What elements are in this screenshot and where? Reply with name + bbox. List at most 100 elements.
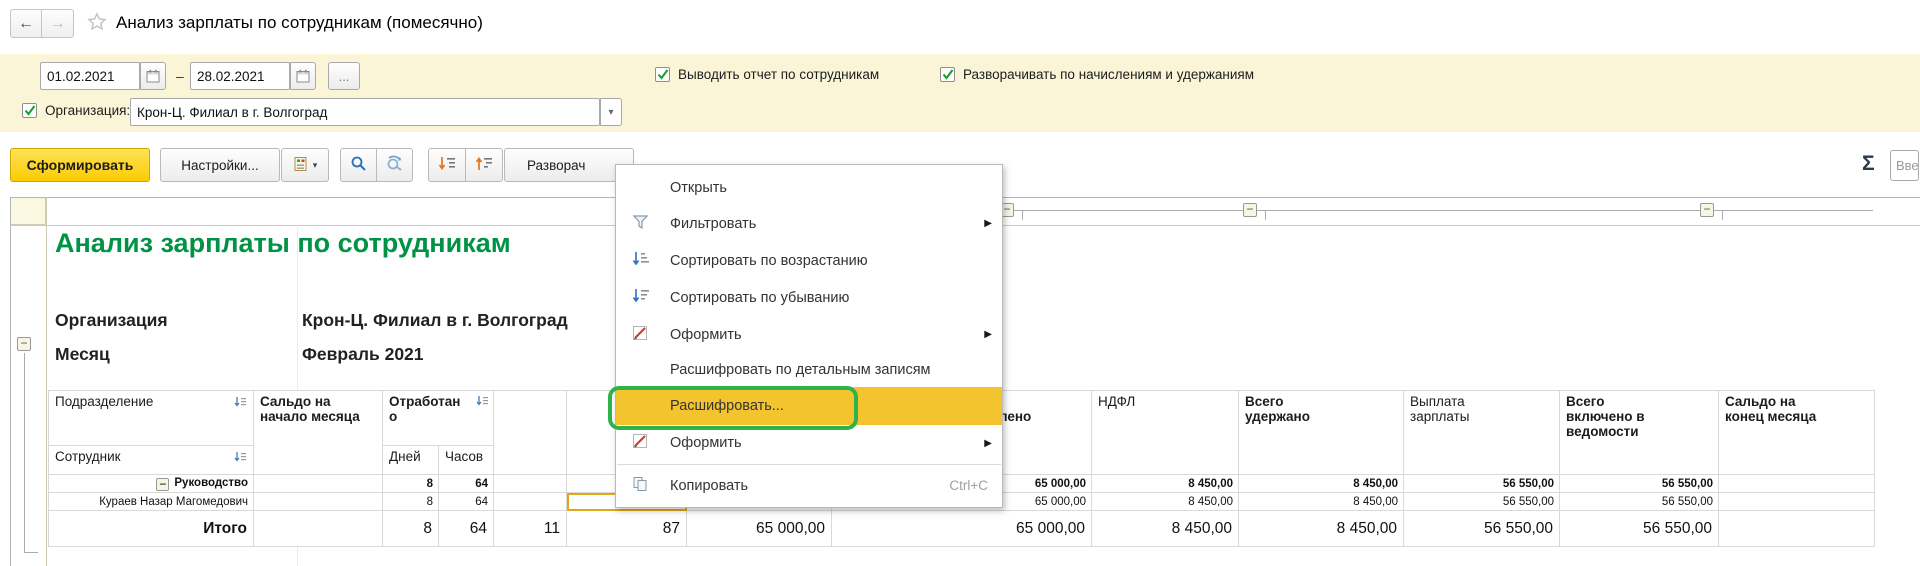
window-title: Анализ зарплаты по сотрудникам (помесячн… (116, 13, 483, 33)
column-header-hours[interactable]: Часов (439, 446, 494, 475)
row-group-collapse-button[interactable]: − (17, 337, 31, 351)
app-window: ← → Анализ зарплаты по сотрудникам (поме… (0, 0, 1920, 566)
cell[interactable] (1719, 475, 1875, 493)
calendar-icon[interactable] (290, 62, 316, 90)
dept-name-cell[interactable]: −Руководство (49, 475, 254, 493)
collapse-levels-button[interactable] (465, 148, 503, 182)
cell[interactable]: 56 550,00 (1404, 511, 1560, 547)
column-header-included-total[interactable]: Всего включено в ведомости (1560, 391, 1719, 475)
column-header-saldo-start[interactable]: Сальдо на начало месяца (254, 391, 383, 475)
organization-input[interactable]: Крон-Ц. Филиал в г. Волгоград (130, 98, 600, 126)
row-group-line (24, 353, 25, 552)
table-row-total[interactable]: Итого 8 64 11 87 65 000,00 65 000,00 8 4… (49, 511, 1875, 547)
cell[interactable] (1719, 493, 1875, 511)
sort-ascending-icon (632, 251, 650, 271)
forward-arrow-icon: → (50, 15, 66, 33)
menu-item-format[interactable]: Оформить ▶ (616, 316, 1002, 353)
cell[interactable]: 56 550,00 (1560, 475, 1719, 493)
find-next-button[interactable] (376, 148, 413, 182)
column-header-included-label: Всего включено в ведомости (1566, 394, 1658, 439)
cell[interactable]: 8 450,00 (1092, 511, 1239, 547)
checkbox-organization[interactable]: Организация: (22, 103, 130, 118)
cell[interactable]: 56 550,00 (1404, 475, 1560, 493)
cell[interactable]: 56 550,00 (1560, 493, 1719, 511)
format-brush-icon (632, 433, 650, 453)
filter-panel: 01.02.2021 – 28.02.2021 ... Выводить отч… (0, 54, 1920, 132)
cell[interactable]: 8 (383, 475, 439, 493)
date-from-input[interactable]: 01.02.2021 (40, 62, 140, 90)
favorite-star-icon[interactable] (86, 11, 108, 38)
click-highlight-annotation (608, 386, 858, 430)
menu-item-format-2[interactable]: Оформить ▶ (616, 425, 1002, 461)
cell[interactable]: 56 550,00 (1560, 511, 1719, 547)
cell[interactable] (494, 493, 567, 511)
quick-sum-input[interactable]: Вве (1890, 150, 1919, 181)
cell[interactable] (254, 493, 383, 511)
column-header-worked[interactable]: Отработано (383, 391, 494, 446)
menu-item-filter[interactable]: Фильтровать ▶ (616, 205, 1002, 242)
search-refresh-icon (385, 154, 405, 177)
sort-icon[interactable] (234, 451, 247, 466)
column-header-ndfl[interactable]: НДФЛ (1092, 391, 1239, 475)
cell[interactable]: 8 450,00 (1092, 493, 1239, 511)
column-header-employee[interactable]: Сотрудник (49, 446, 254, 475)
checkbox-expand-accruals[interactable]: Разворачивать по начислениям и удержания… (940, 67, 1254, 82)
expand-levels-button[interactable] (428, 148, 466, 182)
column-header-days[interactable]: Дней (383, 446, 439, 475)
cell[interactable]: 64 (439, 493, 494, 511)
cell[interactable]: 56 550,00 (1404, 493, 1560, 511)
column-header-hidden[interactable] (494, 391, 567, 475)
column-group-collapse-button[interactable]: − (1700, 203, 1714, 217)
cell[interactable]: 11 (494, 511, 567, 547)
column-header-days-label: Дней (389, 449, 421, 464)
employee-name[interactable]: Кураев Назар Магомедович (49, 493, 254, 511)
cell[interactable]: 8 450,00 (1239, 511, 1404, 547)
quick-sum-placeholder: Вве (1896, 158, 1919, 173)
cell[interactable] (254, 511, 383, 547)
column-group-line (995, 210, 1873, 211)
sort-icon[interactable] (234, 396, 247, 411)
period-more-button[interactable]: ... (328, 62, 360, 90)
spreadsheet-left-border (10, 197, 11, 566)
menu-item-sort-descending[interactable]: Сортировать по убыванию (616, 279, 1002, 316)
back-button[interactable]: ← (10, 9, 42, 38)
forward-button[interactable]: → (42, 9, 74, 38)
checkbox-report-by-employees[interactable]: Выводить отчет по сотрудникам (655, 67, 879, 82)
menu-item-copy[interactable]: Копировать Ctrl+C (616, 468, 1002, 503)
total-label[interactable]: Итого (49, 511, 254, 547)
cell[interactable] (1719, 511, 1875, 547)
calendar-icon[interactable] (140, 62, 166, 90)
report-variants-button[interactable]: ▾ (281, 148, 329, 182)
cell[interactable] (254, 475, 383, 493)
cell[interactable]: 64 (439, 475, 494, 493)
organization-dropdown-button[interactable]: ▾ (600, 98, 622, 126)
chevron-down-icon: ▾ (313, 160, 318, 171)
menu-item-drilldown-detail[interactable]: Расшифровать по детальным записям (616, 353, 1002, 387)
column-header-saldo-end[interactable]: Сальдо на конец месяца (1719, 391, 1875, 475)
cell[interactable]: 64 (439, 511, 494, 547)
column-header-withheld-total[interactable]: Всего удержано (1239, 391, 1404, 475)
menu-item-sort-ascending[interactable]: Сортировать по возрастанию (616, 242, 1002, 279)
sum-sigma-icon[interactable]: Σ (1862, 152, 1875, 176)
sort-icon[interactable] (476, 395, 489, 410)
cell[interactable]: 8 (383, 511, 439, 547)
row-collapse-button[interactable]: − (156, 478, 169, 491)
cell[interactable]: 8 (383, 493, 439, 511)
cell[interactable]: 87 (567, 511, 687, 547)
context-menu: Открыть Фильтровать ▶ Сортировать по воз… (615, 164, 1003, 508)
date-to-input[interactable]: 28.02.2021 (190, 62, 290, 90)
cell[interactable]: 65 000,00 (832, 511, 1092, 547)
cell[interactable]: 8 450,00 (1239, 475, 1404, 493)
column-header-dept[interactable]: Подразделение (49, 391, 254, 446)
cell[interactable]: 8 450,00 (1239, 493, 1404, 511)
search-button[interactable] (340, 148, 377, 182)
generate-report-button[interactable]: Сформировать (10, 148, 150, 182)
settings-button[interactable]: Настройки... (160, 148, 280, 182)
cell[interactable]: 8 450,00 (1092, 475, 1239, 493)
cell[interactable]: 65 000,00 (687, 511, 832, 547)
column-header-payout[interactable]: Выплата зарплаты (1404, 391, 1560, 475)
menu-item-open[interactable]: Открыть (616, 170, 1002, 205)
column-group-collapse-button[interactable]: − (1243, 203, 1257, 217)
cell[interactable] (494, 475, 567, 493)
chevron-down-icon: ▾ (608, 107, 613, 118)
